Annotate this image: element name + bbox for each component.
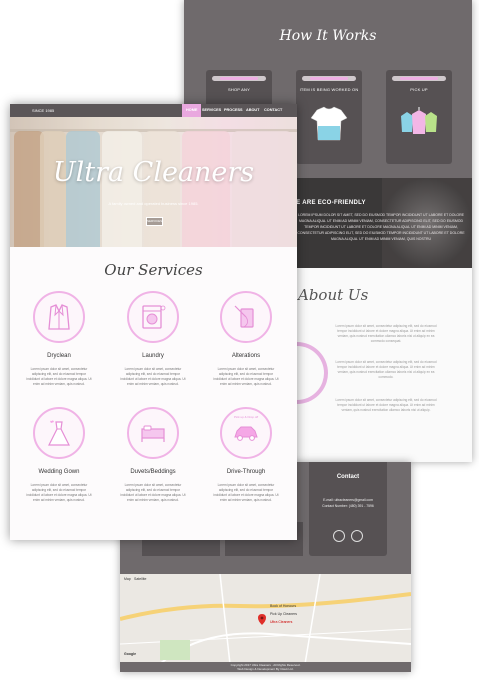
service-dryclean[interactable]: Dryclean Lorem ipsum dolor sit amet, con… [23, 291, 95, 387]
suit-icon [48, 304, 70, 330]
contact-email[interactable]: E-mail: ultracleaners@gmail.com [309, 498, 387, 502]
about-paragraph: Lorem ipsum dolor sit amet, consectetur … [335, 398, 437, 412]
contact-phone[interactable]: Contact Number: (480) 391 - 7596 [309, 504, 387, 508]
service-name: Dryclean [47, 353, 71, 359]
about-title: About Us [298, 286, 369, 304]
service-name: Drive-Through [226, 469, 266, 475]
car-icon [234, 426, 258, 441]
pickup-dropoff-badge: Pick up & Drop off [233, 415, 259, 419]
service-icon-circle: Pick up & Drop off [220, 407, 272, 459]
service-name: Laundry [142, 353, 164, 359]
step-label: PICK UP [410, 87, 428, 92]
service-laundry[interactable]: Laundry Lorem ipsum dolor sit amet, cons… [117, 291, 189, 387]
service-icon-circle [127, 291, 179, 343]
service-desc: Lorem ipsum dolor sit amet, consectetur … [26, 367, 92, 386]
service-wedding-gown[interactable]: Wedding Gown Lorem ipsum dolor sit amet,… [23, 407, 95, 503]
wedding-gown-icon [48, 420, 70, 446]
map-tab-map[interactable]: Map [124, 577, 131, 581]
step-label: ITEM IS BEING WORKED ON [299, 87, 359, 92]
service-desc: Lorem ipsum dolor sit amet, consectetur … [213, 483, 279, 502]
service-alterations[interactable]: Alterations Lorem ipsum dolor sit amet, … [210, 291, 282, 387]
map-place-label: Book of Honours [270, 604, 297, 608]
contact-title: Contact [336, 474, 360, 480]
phone-icon[interactable] [351, 530, 363, 542]
service-desc: Lorem ipsum dolor sit amet, consectetur … [120, 483, 186, 502]
map-place-label: Pick Up Cleaners [270, 612, 298, 616]
about-paragraph: Lorem ipsum dolor sit amet, consectetur … [335, 360, 437, 379]
service-name: Wedding Gown [38, 469, 80, 475]
service-duvets[interactable]: Duvets/Beddings Lorem ipsum dolor sit am… [117, 407, 189, 503]
service-icon-circle [33, 291, 85, 343]
top-nav: SINCE 1985 HOME SERVICES PROCESS ABOUT C… [10, 104, 297, 117]
contact-box: Contact E-mail: ultracleaners@gmail.com … [309, 462, 387, 556]
step-card-working: ITEM IS BEING WORKED ON [296, 70, 362, 164]
step-progress-bar [212, 76, 266, 81]
how-it-works-title: How It Works [279, 28, 377, 44]
map-tab-satellite[interactable]: Satellite [134, 577, 146, 581]
hero-title: Ultra Cleaners [52, 157, 255, 188]
service-name: Duvets/Beddings [130, 469, 176, 475]
eco-text: LOREM IPSUM DOLOR SIT AMET, SED DO EIUSM… [297, 213, 465, 241]
services-title: Our Services [104, 261, 203, 279]
service-desc: Lorem ipsum dolor sit amet, consectetur … [120, 367, 186, 386]
footer: Copyright 2017 Ultra Cleaners . All Righ… [120, 662, 411, 672]
email-icon[interactable] [333, 530, 345, 542]
front-page: SINCE 1985 HOME SERVICES PROCESS ABOUT C… [10, 104, 297, 540]
google-map[interactable]: Map Satellite Google Book of Honours Pic… [120, 574, 411, 664]
washing-machine-icon [142, 305, 166, 329]
map-pin-icon[interactable] [258, 614, 266, 625]
about-paragraph: Lorem ipsum dolor sit amet, consectetur … [335, 324, 437, 343]
service-desc: Lorem ipsum dolor sit amet, consectetur … [26, 483, 92, 502]
sewing-icon [234, 305, 254, 328]
hero-banner: Ultra Cleaners A family owned and operat… [10, 117, 297, 247]
service-icon-circle [127, 407, 179, 459]
nav-contact[interactable]: CONTACT [260, 104, 286, 117]
service-drive-through[interactable]: Pick up & Drop off Drive-Through Lorem i… [210, 407, 282, 503]
hero-services-button[interactable]: SERVICES [146, 217, 163, 226]
step-card-pickup: PICK UP [386, 70, 452, 164]
step-progress-bar [392, 76, 446, 81]
footer-credit: Web Design & Development By Cisuk Ltd. [237, 667, 294, 671]
map-place-label: Ultra Cleaners [270, 620, 293, 624]
step-progress-bar [302, 76, 356, 81]
service-icon-circle [33, 407, 85, 459]
services-section: Our Services Dryclean Lorem ipsum dolor … [10, 247, 297, 540]
bed-icon [141, 425, 165, 442]
service-icon-circle [220, 291, 272, 343]
step-label: SHOP ANY [228, 87, 250, 92]
google-logo: Google [124, 652, 137, 656]
nav-brand[interactable]: SINCE 1985 [32, 108, 54, 113]
hero-subtitle: A family owned and operated business sin… [108, 201, 199, 206]
service-name: Alterations [231, 353, 261, 359]
tshirt-icon [310, 106, 348, 141]
shirts-hanger-icon [401, 107, 437, 134]
service-desc: Lorem ipsum dolor sit amet, consectetur … [213, 367, 279, 386]
